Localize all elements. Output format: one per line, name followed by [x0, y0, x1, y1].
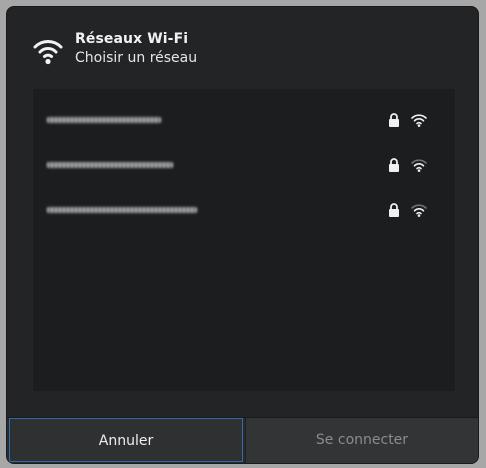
- wifi-signal-icon: [411, 159, 427, 172]
- cancel-button[interactable]: Annuler: [9, 418, 243, 462]
- wifi-dialog: Réseaux Wi-Fi Choisir un réseau xxxxxxxx…: [7, 7, 478, 463]
- network-ssid: xxxxxxxxxxxxxx: [47, 117, 161, 123]
- dialog-title: Réseaux Wi-Fi: [75, 31, 189, 47]
- dialog-subtitle: Choisir un réseau: [75, 50, 198, 66]
- wifi-signal-icon: [411, 204, 427, 217]
- wifi-signal-icon: [411, 114, 427, 127]
- network-row[interactable]: xxxxxxxxxxxxxxxxxxxxxxxx: [33, 192, 455, 228]
- wifi-icon: [33, 40, 63, 65]
- network-row[interactable]: xxxxxxxxxxxxxxxxx: [33, 147, 455, 183]
- lock-icon: [389, 203, 399, 217]
- lock-icon: [389, 113, 399, 127]
- dialog-header: Réseaux Wi-Fi Choisir un réseau: [7, 7, 478, 89]
- lock-icon: [389, 158, 399, 172]
- dialog-footer: Annuler Se connecter: [7, 417, 478, 463]
- network-ssid: xxxxxxxxxxxxxxxxx: [47, 162, 173, 168]
- network-ssid: xxxxxxxxxxxxxxxxxxxxxxxx: [47, 207, 197, 213]
- network-list: xxxxxxxxxxxxxx xxxxxxxxxxxxxxxxx: [32, 89, 456, 391]
- connect-button[interactable]: Se connecter: [245, 418, 478, 463]
- network-row[interactable]: xxxxxxxxxxxxxx: [33, 102, 455, 138]
